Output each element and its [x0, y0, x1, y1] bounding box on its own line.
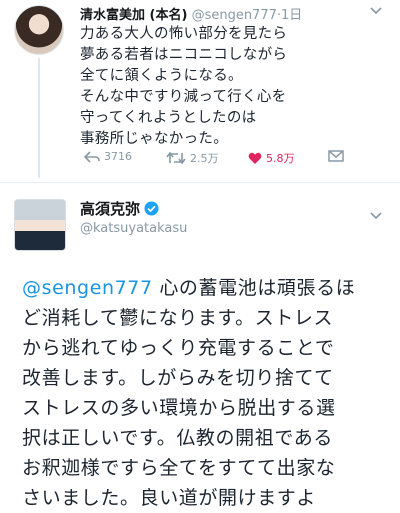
reply-button[interactable]: 3716	[84, 150, 132, 163]
tweet-text-line: お釈迦様ですら全てをすてて出家な	[22, 457, 336, 479]
tweet-text-line: そんな中ですり減って行く心を	[80, 89, 287, 105]
tweet-text-line: 択は正しいです。仏教の開祖である	[22, 427, 333, 449]
tweet-text: @sengen777 心の蓄電池は頑張るほ ど消耗して鬱になります。ストレス か…	[22, 273, 392, 513]
retweet-count: 2.5万	[190, 152, 219, 165]
tweet-text-line: 夢ある若者はニコニコしながら	[80, 47, 288, 63]
handle[interactable]: @sengen777	[192, 8, 277, 23]
display-name[interactable]: 高須克弥	[80, 200, 140, 218]
thread-connector	[38, 58, 40, 178]
avatar[interactable]	[14, 199, 66, 251]
handle[interactable]: @katsuyatakasu	[80, 221, 187, 236]
reply-icon	[84, 150, 100, 163]
like-count: 5.8万	[266, 152, 295, 165]
like-button[interactable]: 5.8万	[248, 150, 295, 166]
tweet-text-line: から逃れてゆっくり充電することで	[22, 337, 335, 359]
tweet-text-line: 全てに頷くようになる。	[80, 68, 243, 84]
display-name[interactable]: 清水富美加 (本名)	[80, 8, 187, 23]
mention-link[interactable]: @sengen777	[22, 277, 153, 299]
message-button[interactable]	[328, 150, 344, 162]
tweet-text-line: 事務所じゃなかった。	[80, 131, 228, 147]
heart-icon	[248, 152, 262, 165]
tweet-text-fragment: 心の蓄電池は頑張るほ	[152, 277, 356, 299]
chevron-down-icon[interactable]	[370, 209, 382, 223]
reply-count: 3716	[104, 150, 132, 163]
chevron-down-icon[interactable]	[370, 4, 382, 18]
tweet-text-line: 改善します。しがらみを切り捨てて	[22, 367, 334, 389]
tweet-text-line: さいました。良い道が開けますよ	[22, 487, 317, 509]
tweet-text-line: 力ある大人の怖い部分を見たら	[80, 26, 288, 42]
tweet-1: 清水富美加 (本名) @sengen777·1日 力ある大人の怖い部分を見たら …	[0, 0, 400, 180]
display-name-row: 高須克弥	[80, 198, 159, 220]
retweet-button[interactable]: 2.5万	[166, 150, 219, 166]
tweet-text-line: ストレスの多い環境から脱出する選	[22, 397, 336, 419]
avatar[interactable]	[14, 5, 64, 55]
tweet-text-line: @sengen777 心の蓄電池は頑張るほ	[22, 273, 392, 303]
timestamp[interactable]: 1日	[281, 8, 302, 23]
message-icon	[328, 150, 344, 162]
retweet-icon	[166, 151, 186, 165]
tweet-text: 力ある大人の怖い部分を見たら 夢ある若者はニコニコしながら 全てに頷くようになる…	[80, 24, 360, 150]
tweet-2: 高須克弥 @katsuyatakasu @sengen777 心の蓄電池は頑張る…	[0, 183, 400, 510]
verified-badge-icon	[144, 201, 159, 220]
tweet-text-line: ど消耗して鬱になります。ストレス	[22, 307, 334, 329]
tweet-header: 清水富美加 (本名) @sengen777·1日	[80, 4, 360, 23]
tweet-text-line: 守ってくれようとしたのは	[80, 110, 257, 126]
